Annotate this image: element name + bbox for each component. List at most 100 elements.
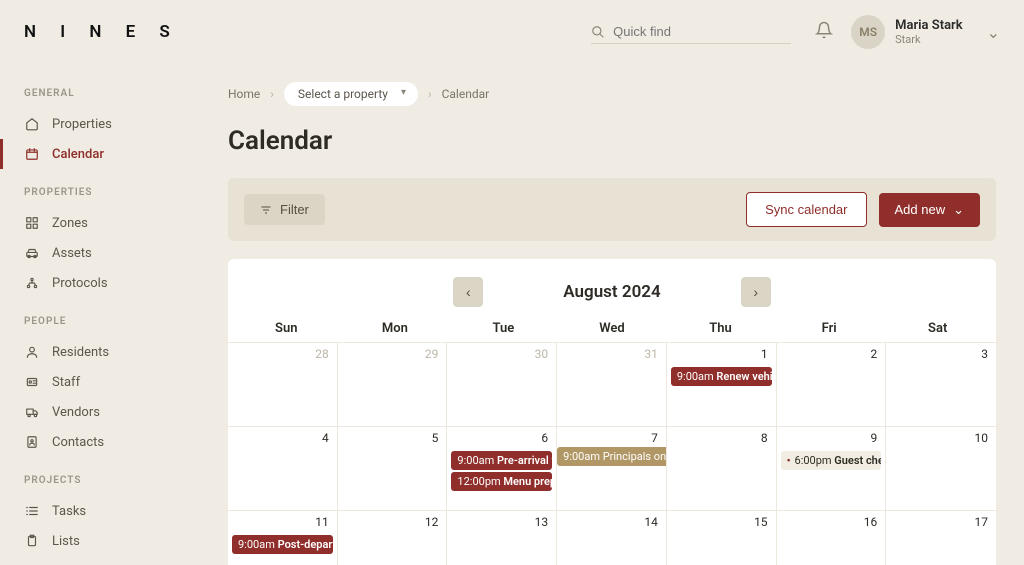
calendar-cell[interactable]: 29 — [338, 343, 448, 427]
chevron-down-icon: ⌄ — [953, 202, 964, 218]
calendar-event[interactable]: 9:00am Pre-arrival wa — [451, 451, 552, 470]
calendar-event[interactable]: 12:00pm Menu prep — [451, 472, 552, 491]
sidebar-item-residents[interactable]: Residents — [0, 337, 200, 367]
calendar-cell[interactable]: 14 — [557, 511, 667, 565]
day-number: 4 — [322, 431, 329, 445]
list-icon — [24, 503, 40, 519]
sidebar-item-vendors[interactable]: Vendors — [0, 397, 200, 427]
truck-icon — [24, 404, 40, 420]
sync-calendar-button[interactable]: Sync calendar — [746, 192, 866, 227]
sidebar-item-label: Protocols — [52, 276, 108, 291]
day-number: 6 — [541, 431, 548, 445]
sidebar-item-tasks[interactable]: Tasks — [0, 496, 200, 526]
day-number: 31 — [644, 347, 658, 361]
day-number: 29 — [425, 347, 439, 361]
chevron-right-icon: › — [270, 87, 274, 101]
prev-month-button[interactable]: ‹ — [453, 277, 483, 307]
sidebar-item-label: Staff — [52, 375, 80, 390]
sidebar-item-properties[interactable]: Properties — [0, 109, 200, 139]
day-number: 17 — [975, 515, 989, 529]
sidebar-item-calendar[interactable]: Calendar — [0, 139, 200, 169]
calendar-cell[interactable]: 13 — [447, 511, 557, 565]
sidebar-item-lists[interactable]: Lists — [0, 526, 200, 556]
filter-icon — [260, 204, 272, 216]
day-number: 14 — [644, 515, 658, 529]
user-menu[interactable]: MS Maria Stark Stark ⌄ — [851, 15, 1000, 49]
calendar-cell[interactable]: 28 — [228, 343, 338, 427]
add-new-button[interactable]: Add new ⌄ — [879, 193, 981, 227]
sidebar-heading: GENERAL — [0, 88, 200, 109]
next-month-button[interactable]: › — [741, 277, 771, 307]
calendar-cell[interactable]: 17 — [886, 511, 996, 565]
calendar-event[interactable]: 6:00pm Guest che — [781, 451, 882, 470]
search-wrap[interactable] — [591, 20, 791, 44]
day-number: 15 — [754, 515, 768, 529]
user-sub: Stark — [895, 33, 962, 46]
bell-icon — [815, 21, 833, 39]
calendar-cell[interactable]: 15 — [667, 511, 777, 565]
sidebar-item-logs[interactable]: Logs — [0, 556, 200, 565]
sidebar-item-assets[interactable]: Assets — [0, 238, 200, 268]
filter-button[interactable]: Filter — [244, 194, 325, 225]
weekday-label: Fri — [775, 321, 884, 336]
calendar-cell[interactable]: 4 — [228, 427, 338, 511]
day-number: 2 — [871, 347, 878, 361]
day-number: 1 — [761, 347, 768, 361]
calendar-cell[interactable]: 16 — [777, 511, 887, 565]
day-number: 12 — [425, 515, 439, 529]
calendar-cell[interactable]: 7 9:00am Principals on property — [557, 427, 667, 511]
user-name: Maria Stark — [895, 18, 962, 33]
calendar-cell[interactable]: 3 — [886, 343, 996, 427]
calendar-cell[interactable]: 6 9:00am Pre-arrival wa 12:00pm Menu prep — [447, 427, 557, 511]
weekday-label: Tue — [449, 321, 558, 336]
calendar-cell[interactable]: 12 — [338, 511, 448, 565]
calendar-cell[interactable]: 8 — [667, 427, 777, 511]
sidebar-item-staff[interactable]: Staff — [0, 367, 200, 397]
sidebar-item-label: Vendors — [52, 405, 100, 420]
calendar-cell[interactable]: 2 — [777, 343, 887, 427]
sidebar-item-contacts[interactable]: Contacts — [0, 427, 200, 457]
sidebar-heading: PROJECTS — [0, 457, 200, 496]
property-select[interactable]: Select a property — [284, 82, 418, 106]
weekday-label: Wed — [558, 321, 667, 336]
calendar-cell[interactable]: 1 9:00am Renew vehicle — [667, 343, 777, 427]
calendar-event[interactable]: 9:00am Post-departu — [232, 535, 333, 554]
calendar-cell[interactable]: 5 — [338, 427, 448, 511]
day-number: 7 — [651, 431, 658, 445]
weekday-label: Mon — [341, 321, 450, 336]
calendar-card: ‹ August 2024 › SunMonTueWedThuFriSat 28… — [228, 259, 996, 565]
sidebar-item-zones[interactable]: Zones — [0, 208, 200, 238]
search-input[interactable] — [613, 24, 791, 39]
day-number: 10 — [975, 431, 989, 445]
calendar-cell[interactable]: 30 — [447, 343, 557, 427]
page-title: Calendar — [228, 126, 996, 156]
sidebar-item-label: Contacts — [52, 435, 104, 450]
calendar-cell[interactable]: 96:00pm Guest che — [777, 427, 887, 511]
weekday-header: SunMonTueWedThuFriSat — [228, 321, 996, 342]
sidebar: GENERALPropertiesCalendarPROPERTIESZones… — [0, 64, 200, 565]
breadcrumb-current: Calendar — [442, 87, 490, 101]
notifications-button[interactable] — [815, 21, 833, 43]
weekday-label: Sat — [883, 321, 992, 336]
addressbook-icon — [24, 434, 40, 450]
day-number: 8 — [761, 431, 768, 445]
day-number: 11 — [315, 515, 329, 529]
breadcrumb-home[interactable]: Home — [228, 87, 260, 101]
sidebar-item-label: Calendar — [52, 147, 104, 162]
add-new-label: Add new — [895, 202, 946, 217]
calendar-cell[interactable]: 31 — [557, 343, 667, 427]
car-icon — [24, 245, 40, 261]
badge-icon — [24, 374, 40, 390]
top-bar: N I N E S MS Maria Stark Stark ⌄ — [0, 0, 1024, 64]
calendar-cell[interactable]: 10 — [886, 427, 996, 511]
calendar-toolbar: Filter Sync calendar Add new ⌄ — [228, 178, 996, 241]
calendar-span-event[interactable]: 9:00am Principals on property — [557, 447, 667, 466]
user-text: Maria Stark Stark — [895, 18, 962, 46]
sidebar-item-label: Properties — [52, 117, 112, 132]
month-navigation: ‹ August 2024 › — [228, 277, 996, 307]
calendar-event[interactable]: 9:00am Renew vehicle — [671, 367, 772, 386]
calendar-cell[interactable]: 11 9:00am Post-departu — [228, 511, 338, 565]
grid-icon — [24, 215, 40, 231]
sidebar-item-protocols[interactable]: Protocols — [0, 268, 200, 298]
app-logo: N I N E S — [24, 22, 180, 42]
